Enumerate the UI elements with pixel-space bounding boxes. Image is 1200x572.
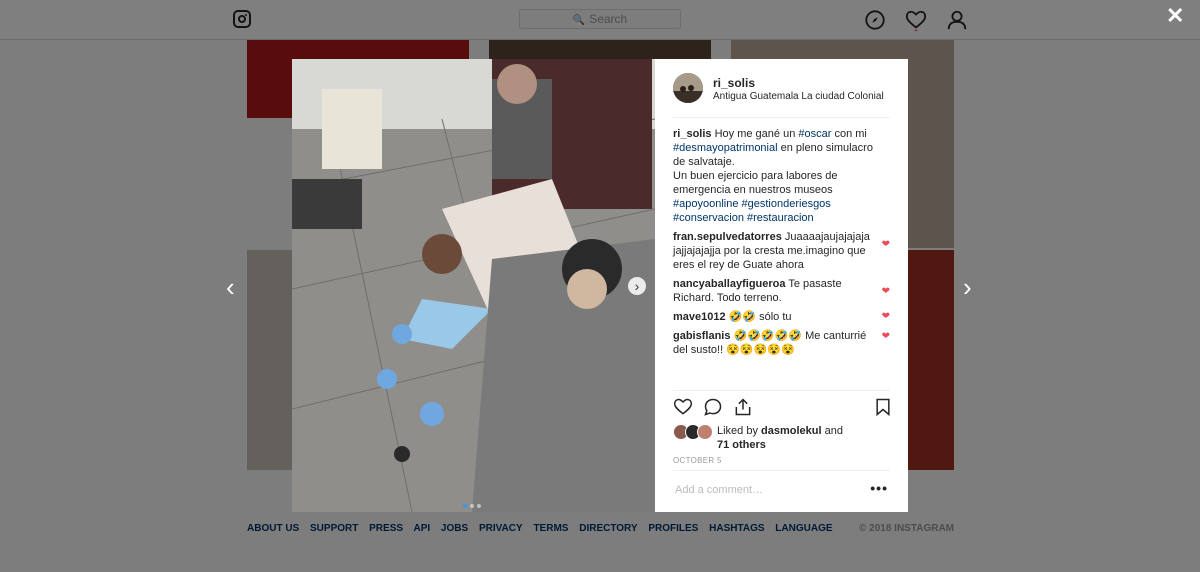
hashtag-link[interactable]: #oscar [798, 128, 831, 140]
add-comment-section: ••• [673, 470, 890, 511]
like-comment-heart-icon[interactable]: ❤ [882, 238, 890, 252]
comment-text: 🤣🤣 sólo tu [728, 311, 792, 323]
comments-list: ri_solis Hoy me gané un #oscar con mi #d… [673, 127, 890, 362]
comment-username[interactable]: mave1012 [673, 311, 726, 323]
like-comment-heart-icon[interactable]: ❤ [882, 330, 890, 344]
post-date[interactable]: OCTOBER 5 [673, 456, 722, 465]
comment-username[interactable]: gabisflanis [673, 330, 730, 342]
carousel-dot [477, 504, 481, 508]
post-username[interactable]: ri_solis [713, 76, 755, 90]
next-post-arrow-icon[interactable]: › [963, 272, 972, 303]
comment: fran.sepulvedatorres Juaaaajaujajajaja j… [673, 230, 890, 272]
hashtag-link[interactable]: #gestionderiesgos [742, 198, 831, 210]
post-location[interactable]: Antigua Guatemala La ciudad Colonial [713, 91, 884, 102]
liker-avatar[interactable] [697, 424, 713, 440]
hashtag-link[interactable]: #restauracion [747, 212, 814, 224]
avatar[interactable] [673, 73, 703, 103]
hashtag-link[interactable]: #desmayopatrimonial [673, 142, 778, 154]
carousel-dot-active [463, 504, 467, 508]
liker-avatars [673, 424, 713, 440]
hashtag-link[interactable]: #apoyoonline [673, 198, 738, 210]
more-options-icon[interactable]: ••• [870, 480, 888, 496]
close-icon[interactable]: ✕ [1166, 3, 1184, 29]
post-photo[interactable]: › [292, 59, 655, 512]
like-comment-heart-icon[interactable]: ❤ [882, 310, 890, 324]
bookmark-icon[interactable] [873, 397, 893, 417]
comment-bubble-icon[interactable] [703, 397, 723, 417]
post-header: ri_solis Antigua Guatemala La ciudad Col… [673, 73, 890, 118]
post-photo-illustration [292, 59, 655, 512]
carousel-dot [470, 504, 474, 508]
post-modal: › ri_solis Antigua Guatemala La ciudad C… [292, 59, 908, 512]
post-actions: Liked by dasmolekul and 71 others OCTOBE… [673, 390, 890, 471]
likes-text: Liked by dasmolekul and 71 others [717, 425, 843, 451]
comment: gabisflanis 🤣🤣🤣🤣🤣 Me canturrié del susto… [673, 329, 890, 357]
comment-username[interactable]: nancyaballayfigueroa [673, 278, 786, 290]
caption: ri_solis Hoy me gané un #oscar con mi #d… [673, 128, 873, 224]
like-comment-heart-icon[interactable]: ❤ [882, 285, 890, 299]
add-comment-input[interactable] [673, 483, 857, 497]
carousel-indicator [463, 495, 484, 512]
share-icon[interactable] [733, 397, 753, 417]
comment: mave1012 🤣🤣 sólo tu ❤ [673, 310, 890, 324]
caption-username[interactable]: ri_solis [673, 128, 712, 140]
likes-others-link[interactable]: 71 others [717, 439, 766, 451]
comment: nancyaballayfigueroa Te pasaste Richard.… [673, 277, 890, 305]
post-sidebar: ri_solis Antigua Guatemala La ciudad Col… [655, 59, 908, 512]
prev-post-arrow-icon[interactable]: ‹ [226, 272, 235, 303]
liker-username[interactable]: dasmolekul [761, 425, 822, 437]
like-heart-icon[interactable] [673, 397, 693, 417]
comment-username[interactable]: fran.sepulvedatorres [673, 231, 782, 243]
carousel-next-button[interactable]: › [628, 277, 646, 295]
hashtag-link[interactable]: #conservacion [673, 212, 744, 224]
